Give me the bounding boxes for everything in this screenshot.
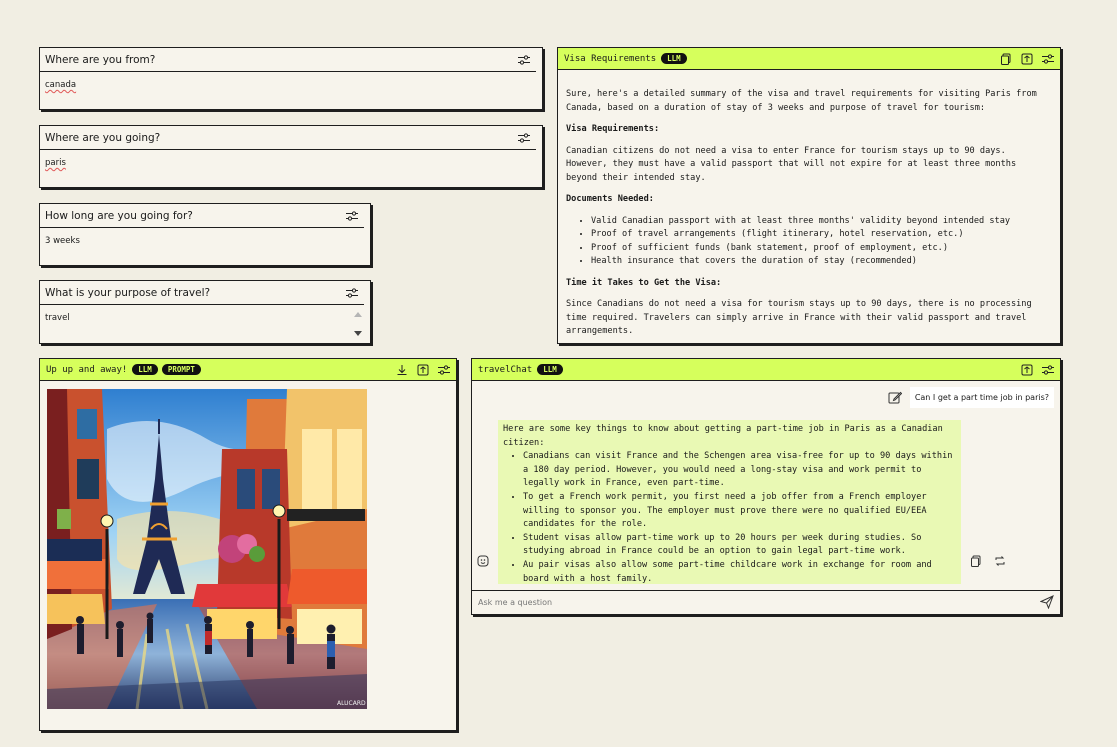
llm-badge: LLM [537, 364, 563, 375]
regenerate-icon[interactable] [994, 552, 1006, 571]
copy-icon[interactable] [970, 552, 982, 571]
settings-sliders-icon[interactable] [1042, 364, 1054, 376]
documents-list: Valid Canadian passport with at least th… [591, 215, 1052, 269]
visa-requirements-node: Visa Requirements LLM Sure, here's a det… [557, 47, 1061, 344]
refresh-icon[interactable] [417, 364, 429, 376]
response-intro: Here are some key things to know about g… [503, 424, 943, 448]
visa-time-text: Since Canadians do not need a visa for t… [566, 299, 1032, 336]
destination-input[interactable]: paris [40, 150, 542, 176]
emoji-icon[interactable] [477, 552, 489, 571]
list-item: Health insurance that covers the duratio… [591, 255, 1052, 269]
visa-heading-documents: Documents Needed: [566, 194, 654, 204]
download-icon[interactable] [396, 364, 408, 376]
list-item: Au pair visas also allow some part-time … [523, 559, 956, 584]
visa-requirements-text: Canadian citizens do not need a visa to … [566, 145, 1017, 183]
settings-sliders-icon[interactable] [438, 364, 450, 376]
destination-card: Where are you going? paris [39, 125, 543, 188]
image-node: Up up and away! LLM PROMPT ALUCARD [39, 358, 457, 731]
list-item: Proof of sufficient funds (bank statemen… [591, 242, 1052, 256]
copy-icon[interactable] [1000, 53, 1012, 65]
list-item: Valid Canadian passport with at least th… [591, 215, 1052, 229]
settings-sliders-icon[interactable] [346, 287, 358, 298]
origin-input[interactable]: canada [40, 72, 542, 98]
scrollbar[interactable] [352, 309, 364, 339]
destination-header: Where are you going? [40, 126, 536, 150]
settings-sliders-icon[interactable] [518, 132, 530, 143]
settings-sliders-icon[interactable] [518, 54, 530, 65]
visa-heading-time: Time it Takes to Get the Visa: [566, 277, 722, 288]
user-message: Can I get a part time job in paris? [909, 387, 1054, 408]
chat-input-bar: Ask me a question [472, 590, 1060, 614]
paris-painting: ALUCARD [47, 389, 367, 709]
duration-input[interactable]: 3 weeks [40, 228, 370, 254]
duration-header: How long are you going for? [40, 204, 364, 228]
refresh-icon[interactable] [1021, 53, 1033, 65]
settings-sliders-icon[interactable] [346, 210, 358, 221]
list-item: To get a French work permit, you first n… [523, 491, 956, 532]
purpose-input[interactable]: travel [40, 305, 370, 331]
llm-badge: LLM [132, 364, 158, 375]
painting-signature: ALUCARD [337, 700, 366, 707]
destination-question: Where are you going? [45, 131, 161, 144]
duration-card: How long are you going for? 3 weeks [39, 203, 371, 266]
list-item: Proof of travel arrangements (flight iti… [591, 228, 1052, 242]
travel-chat-node: travelChat LLM Can I get a part time job… [471, 358, 1061, 615]
response-list: Canadians can visit France and the Schen… [523, 450, 956, 584]
image-node-header: Up up and away! LLM PROMPT [40, 359, 456, 381]
origin-question: Where are you from? [45, 53, 156, 66]
visa-output: Sure, here's a detailed summary of the v… [558, 70, 1060, 342]
purpose-question: What is your purpose of travel? [45, 286, 211, 299]
edit-icon[interactable] [888, 390, 903, 409]
refresh-icon[interactable] [1021, 364, 1033, 376]
purpose-card: What is your purpose of travel? travel [39, 280, 371, 344]
image-node-title: Up up and away! [46, 364, 128, 375]
purpose-header: What is your purpose of travel? [40, 281, 364, 305]
settings-sliders-icon[interactable] [1042, 53, 1054, 65]
send-icon[interactable] [1039, 594, 1054, 611]
prompt-badge: PROMPT [161, 364, 201, 375]
llm-badge: LLM [661, 53, 687, 64]
visa-heading-requirements: Visa Requirements: [566, 124, 660, 134]
chat-node-header: travelChat LLM [472, 359, 1060, 381]
origin-card: Where are you from? canada [39, 47, 543, 110]
list-item: Canadians can visit France and the Schen… [523, 450, 956, 491]
list-item: Student visas allow part-time work up to… [523, 532, 956, 559]
chat-input[interactable]: Ask me a question [478, 598, 552, 607]
duration-question: How long are you going for? [45, 209, 193, 222]
assistant-response: Here are some key things to know about g… [498, 420, 961, 584]
visa-intro: Sure, here's a detailed summary of the v… [566, 89, 1037, 113]
visa-node-header: Visa Requirements LLM [558, 48, 1060, 70]
origin-header: Where are you from? [40, 48, 536, 72]
visa-node-title: Visa Requirements [564, 53, 657, 64]
chat-node-title: travelChat [478, 364, 533, 375]
